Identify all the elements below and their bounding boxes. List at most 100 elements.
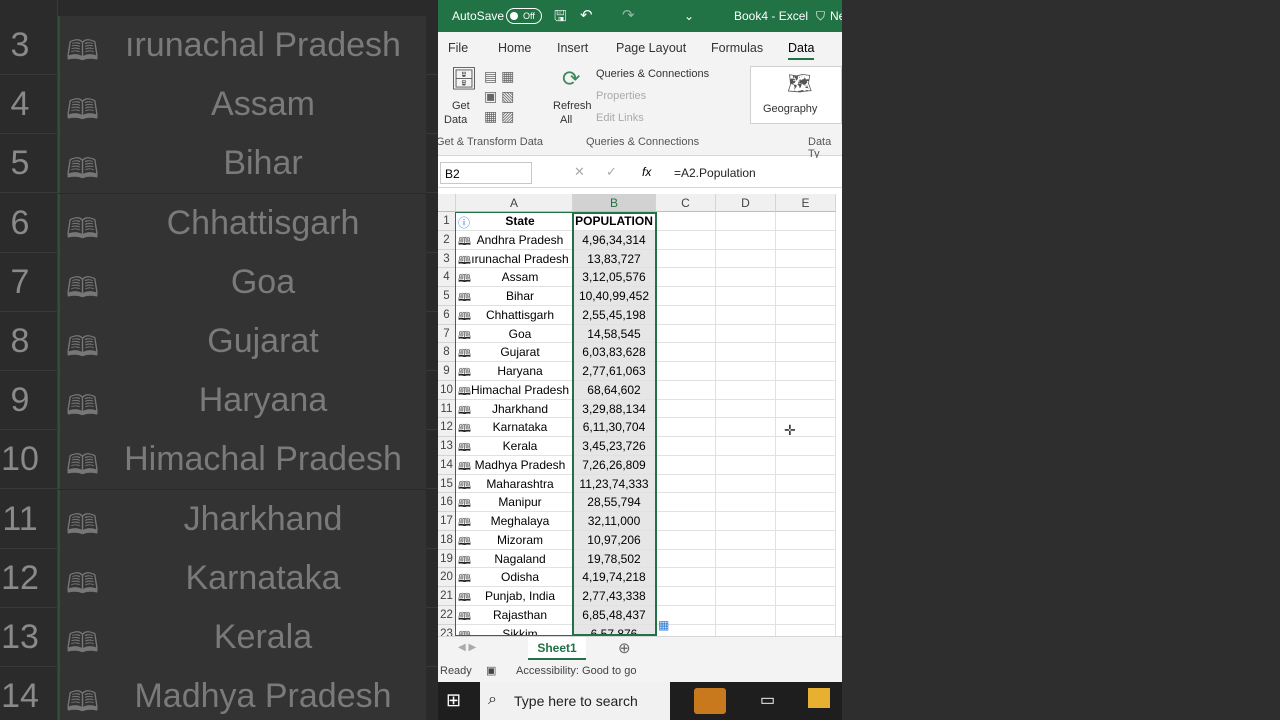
get-data-label[interactable]: Get xyxy=(452,100,470,112)
refresh-all-label[interactable]: All xyxy=(560,114,572,126)
empty-cell[interactable] xyxy=(776,568,836,587)
empty-cell[interactable] xyxy=(656,568,716,587)
refresh-label[interactable]: Refresh xyxy=(553,100,592,112)
empty-cell[interactable] xyxy=(776,455,836,475)
row-header[interactable]: 8 xyxy=(438,343,456,362)
empty-cell[interactable] xyxy=(656,268,716,287)
refresh-icon[interactable]: ⟳ xyxy=(562,66,580,92)
from-text-icon[interactable]: ▤ ▦ xyxy=(484,68,514,85)
empty-cell[interactable] xyxy=(656,474,716,494)
briefcase-icon[interactable] xyxy=(694,688,726,714)
redo-icon[interactable]: ↷ xyxy=(622,6,635,24)
empty-cell[interactable] xyxy=(716,343,776,362)
empty-cell[interactable] xyxy=(656,437,716,456)
state-cell[interactable]: Madhya Pradesh xyxy=(456,455,573,475)
scroll-tabs-icon[interactable]: ◀ ▶ xyxy=(458,642,476,653)
empty-cell[interactable] xyxy=(776,343,836,362)
empty-cell[interactable] xyxy=(776,362,836,381)
empty-cell[interactable] xyxy=(656,249,716,269)
state-cell[interactable]: Meghalaya xyxy=(456,512,573,531)
row-header[interactable]: 1 xyxy=(438,212,456,231)
save-icon[interactable]: 🖫 xyxy=(554,6,567,31)
empty-cell[interactable] xyxy=(656,493,716,512)
header-state[interactable]: State xyxy=(456,212,573,231)
row-header[interactable]: 17 xyxy=(438,512,456,531)
empty-cell[interactable] xyxy=(776,587,836,606)
row-header[interactable]: 18 xyxy=(438,530,456,550)
customize-qat-icon[interactable]: ⌄ xyxy=(684,9,694,23)
empty-cell[interactable] xyxy=(656,549,716,569)
empty-cell[interactable] xyxy=(656,530,716,550)
map-icon[interactable]: 🕮 xyxy=(458,627,471,637)
empty-cell[interactable] xyxy=(716,399,776,419)
empty-cell[interactable] xyxy=(716,324,776,344)
state-cell[interactable]: ırunachal Pradesh xyxy=(456,249,573,269)
population-cell[interactable]: 19,78,502 xyxy=(573,549,656,569)
empty-cell[interactable] xyxy=(776,493,836,512)
empty-cell[interactable] xyxy=(716,624,776,636)
row-header[interactable]: 9 xyxy=(438,362,456,381)
empty-cell[interactable] xyxy=(716,549,776,569)
empty-cell[interactable] xyxy=(656,455,716,475)
empty-cell[interactable] xyxy=(776,437,836,456)
empty-cell[interactable] xyxy=(656,230,716,250)
queries-connections-button[interactable]: Queries & Connections xyxy=(596,68,709,80)
population-cell[interactable]: 10,97,206 xyxy=(573,530,656,550)
tab-page-layout[interactable]: Page Layout xyxy=(616,41,686,55)
row-header[interactable]: 14 xyxy=(438,455,456,475)
row-header[interactable]: 7 xyxy=(438,324,456,344)
autosave-toggle[interactable]: Off xyxy=(506,8,542,24)
population-cell[interactable]: 6,57,876 xyxy=(573,624,656,636)
empty-cell[interactable] xyxy=(776,549,836,569)
row-header[interactable]: 20 xyxy=(438,568,456,587)
empty-cell[interactable] xyxy=(776,230,836,250)
population-cell[interactable]: 28,55,794 xyxy=(573,493,656,512)
row-header[interactable]: 22 xyxy=(438,605,456,625)
empty-cell[interactable] xyxy=(716,512,776,531)
population-cell[interactable]: 3,29,88,134 xyxy=(573,399,656,419)
row-header[interactable]: 6 xyxy=(438,305,456,325)
empty-cell[interactable] xyxy=(716,455,776,475)
population-cell[interactable]: 10,40,99,452 xyxy=(573,287,656,306)
state-cell[interactable]: Himachal Pradesh xyxy=(456,380,573,400)
row-header[interactable]: 19 xyxy=(438,549,456,569)
tab-file[interactable]: File xyxy=(448,41,468,55)
name-box[interactable]: B2 xyxy=(440,162,532,184)
empty-cell[interactable] xyxy=(656,380,716,400)
state-cell[interactable]: Jharkhand xyxy=(456,399,573,419)
state-cell[interactable]: Odisha xyxy=(456,568,573,587)
population-cell[interactable]: 4,19,74,218 xyxy=(573,568,656,587)
population-cell[interactable]: 7,26,26,809 xyxy=(573,455,656,475)
empty-cell[interactable] xyxy=(776,530,836,550)
empty-cell[interactable] xyxy=(716,268,776,287)
empty-cell[interactable] xyxy=(716,287,776,306)
empty-cell[interactable] xyxy=(776,624,836,636)
population-cell[interactable]: 2,77,43,338 xyxy=(573,587,656,606)
empty-cell[interactable] xyxy=(656,362,716,381)
empty-cell[interactable] xyxy=(716,380,776,400)
empty-cell[interactable] xyxy=(716,212,776,231)
state-cell[interactable]: Manipur xyxy=(456,493,573,512)
help-icon[interactable]: ⓘ xyxy=(458,214,470,231)
sheet-tab-sheet1[interactable]: Sheet1 xyxy=(528,637,586,660)
macro-icon[interactable]: ▣ xyxy=(486,664,496,677)
state-cell[interactable]: Rajasthan xyxy=(456,605,573,625)
header-population[interactable]: POPULATION xyxy=(573,212,656,231)
population-cell[interactable]: 68,64,602 xyxy=(573,380,656,400)
from-table-icon[interactable]: ▦ ▨ xyxy=(484,108,514,125)
empty-cell[interactable] xyxy=(656,399,716,419)
formula-input[interactable]: =A2.Population xyxy=(674,166,756,180)
empty-cell[interactable] xyxy=(716,568,776,587)
population-cell[interactable]: 13,83,727 xyxy=(573,249,656,269)
properties-button[interactable]: Properties xyxy=(596,90,646,102)
empty-cell[interactable] xyxy=(716,249,776,269)
state-cell[interactable]: Bihar xyxy=(456,287,573,306)
population-cell[interactable]: 3,45,23,726 xyxy=(573,437,656,456)
empty-cell[interactable] xyxy=(656,343,716,362)
column-header[interactable]: B xyxy=(573,194,656,212)
empty-cell[interactable] xyxy=(656,587,716,606)
row-header[interactable]: 4 xyxy=(438,268,456,287)
row-header[interactable]: 11 xyxy=(438,399,456,419)
empty-cell[interactable] xyxy=(656,305,716,325)
tab-formulas[interactable]: Formulas xyxy=(711,41,763,55)
